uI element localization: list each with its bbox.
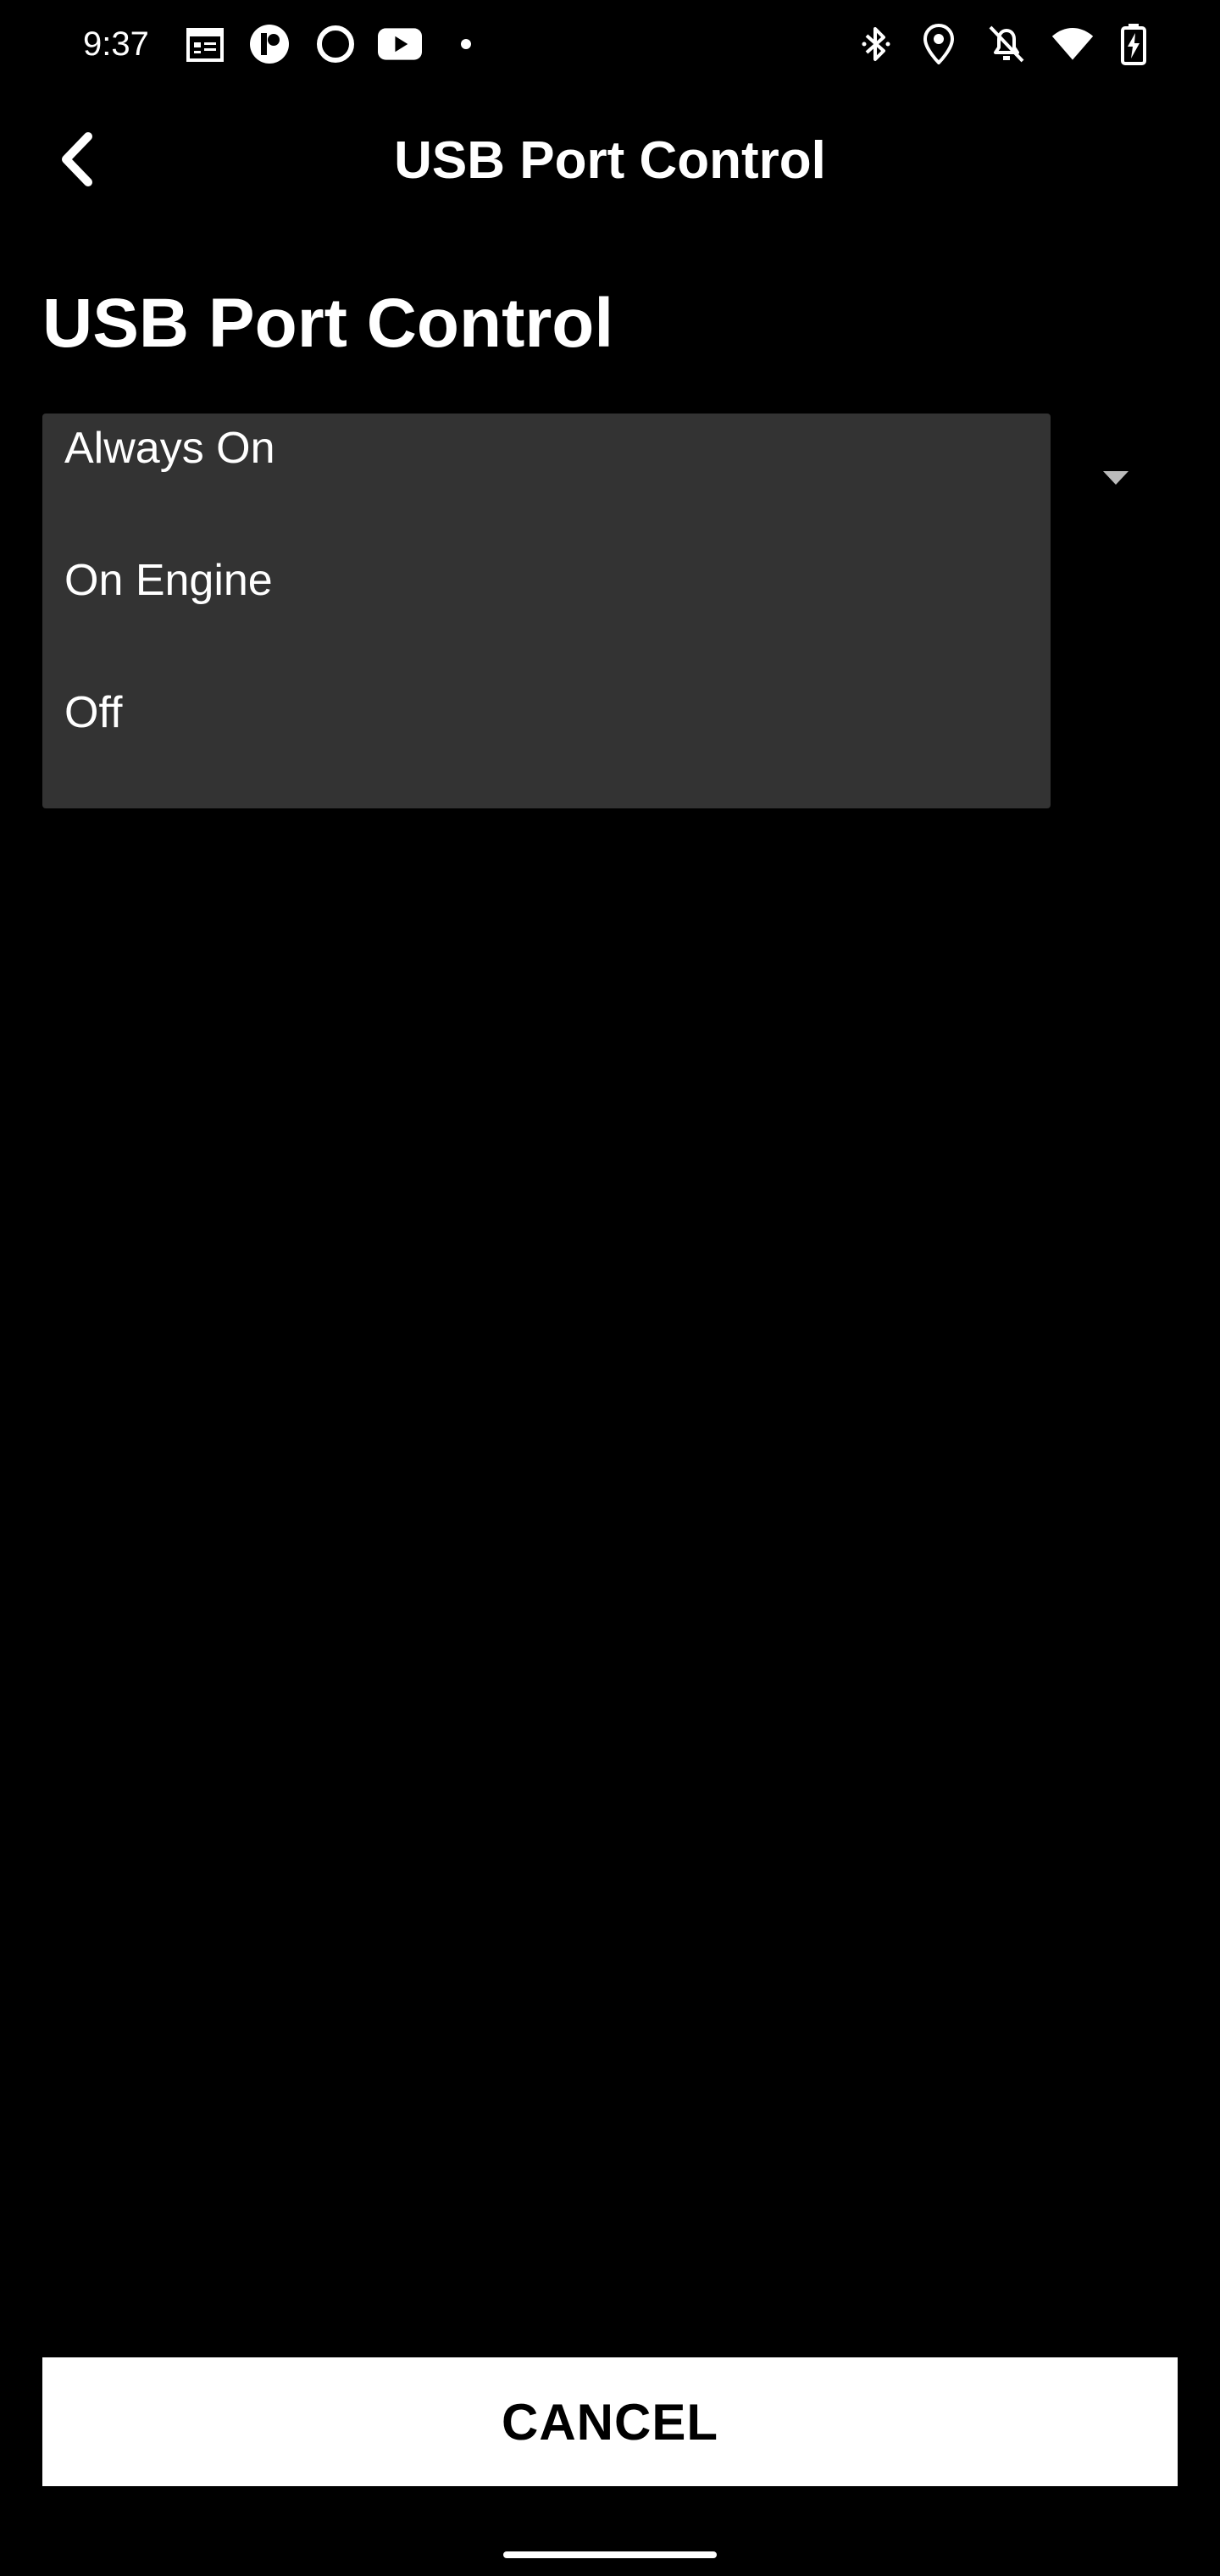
option-off[interactable]: Off	[64, 683, 122, 742]
circle-app-icon	[313, 22, 358, 66]
app-bar-title: USB Port Control	[394, 131, 826, 190]
location-icon	[917, 22, 961, 66]
app-bar: USB Port Control	[0, 108, 1220, 210]
calendar-icon	[183, 22, 227, 66]
alarm-off-icon	[984, 22, 1029, 66]
youtube-icon	[378, 22, 422, 66]
more-dot-icon	[444, 22, 488, 66]
battery-charging-icon	[1112, 22, 1156, 66]
gesture-nav-handle[interactable]	[503, 2551, 717, 2558]
option-always-on[interactable]: Always On	[64, 419, 275, 478]
page-title: USB Port Control	[42, 285, 614, 362]
app-notification-icon	[247, 22, 291, 66]
usb-port-options-list: Always On On Engine Off	[42, 414, 1051, 808]
status-bar: 9:37	[0, 0, 1220, 88]
cancel-button[interactable]: CANCEL	[42, 2357, 1178, 2486]
bluetooth-icon	[854, 22, 898, 66]
option-on-engine[interactable]: On Engine	[64, 551, 273, 610]
status-time: 9:37	[83, 25, 149, 63]
wifi-icon	[1051, 22, 1095, 66]
dropdown-arrow-icon[interactable]	[1101, 468, 1130, 488]
